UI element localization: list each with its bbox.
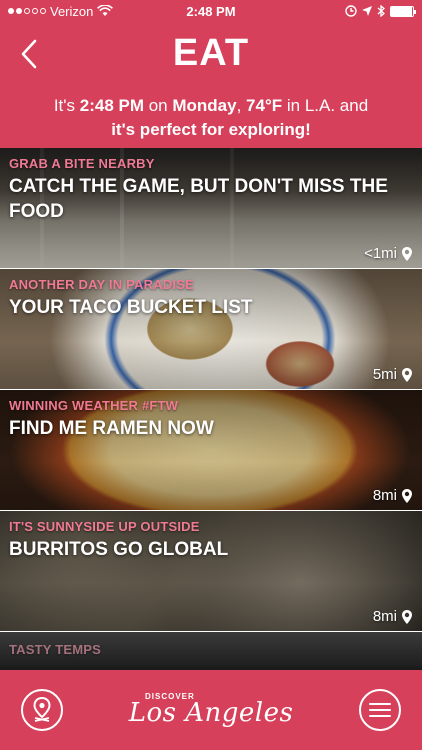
- battery-icon: [390, 5, 416, 17]
- card-title: BURRITOS GO GLOBAL: [9, 539, 229, 560]
- subtitle-comma: ,: [236, 96, 247, 115]
- page-title: EAT: [172, 32, 250, 74]
- wifi-icon: [97, 5, 114, 16]
- status-right: [345, 5, 416, 17]
- subtitle-line-1: It's 2:48 PM on Monday, 74°F in L.A. and: [0, 94, 422, 118]
- feed-card-game[interactable]: GRAB A BITE NEARBY CATCH THE GAME, BUT D…: [0, 148, 422, 269]
- current-temperature: 74°F: [246, 96, 283, 115]
- card-title: CATCH THE GAME, BUT DON'T MISS THE FOOD: [9, 176, 388, 222]
- alarm-lock-icon: [345, 5, 357, 17]
- logo-los-angeles: Los Angeles: [128, 698, 294, 728]
- distance-value: 5mi: [372, 366, 397, 383]
- discover-los-angeles-logo: DISCOVER Los Angeles: [128, 686, 294, 734]
- status-bar: Verizon 2:48 PM: [0, 0, 422, 22]
- eat-feed: GRAB A BITE NEARBY CATCH THE GAME, BUT D…: [0, 148, 422, 670]
- hamburger-menu-icon: [369, 703, 391, 717]
- feed-card-burrito[interactable]: IT'S SUNNYSIDE UP OUTSIDE BURRITOS GO GL…: [0, 511, 422, 632]
- status-left: Verizon: [8, 3, 114, 19]
- header: EAT It's 2:48 PM on Monday, 74°F in L.A.…: [0, 22, 422, 148]
- card-distance: 5mi: [373, 366, 412, 383]
- subtitle-tagline: it's perfect for exploring!: [111, 120, 311, 139]
- location-arrow-icon: [362, 6, 372, 16]
- card-kicker: GRAB A BITE NEARBY: [9, 156, 155, 171]
- feed-card-taco[interactable]: ANOTHER DAY IN PARADISE YOUR TACO BUCKET…: [0, 269, 422, 390]
- menu-button[interactable]: [359, 689, 401, 731]
- subtitle-suffix: in L.A. and: [282, 96, 369, 115]
- bluetooth-icon: [377, 5, 385, 17]
- location-pin-icon: [402, 488, 412, 503]
- card-title: YOUR TACO BUCKET LIST: [9, 297, 253, 318]
- feed-card-ramen[interactable]: WINNING WEATHER #FTW FIND ME RAMEN NOW 8…: [0, 390, 422, 511]
- battery-fill: [391, 6, 412, 16]
- card-title: FIND ME RAMEN NOW: [9, 418, 214, 439]
- map-pin-icon: [33, 697, 51, 722]
- carrier-label: Verizon: [50, 3, 94, 19]
- feed-card-temps[interactable]: TASTY TEMPS: [0, 632, 422, 667]
- subtitle-line-2: it's perfect for exploring!: [0, 118, 422, 142]
- current-time: 2:48 PM: [79, 96, 144, 115]
- location-pin-icon: [402, 609, 412, 624]
- distance-value: 8mi: [372, 608, 397, 625]
- card-distance: 8mi: [373, 487, 412, 504]
- card-distance: <1mi: [364, 245, 412, 262]
- current-day: Monday: [172, 96, 237, 115]
- subtitle-prefix: It's: [53, 96, 80, 115]
- weather-subtitle: It's 2:48 PM on Monday, 74°F in L.A. and…: [0, 94, 422, 142]
- location-pin-icon: [402, 367, 412, 382]
- card-kicker: ANOTHER DAY IN PARADISE: [9, 277, 194, 292]
- distance-value: <1mi: [364, 245, 397, 262]
- card-kicker: WINNING WEATHER #FTW: [9, 398, 179, 413]
- location-pin-icon: [402, 246, 412, 261]
- distance-value: 8mi: [372, 487, 397, 504]
- bottom-bar: DISCOVER Los Angeles: [0, 670, 422, 750]
- signal-strength-icon: [8, 8, 46, 14]
- card-kicker: TASTY TEMPS: [9, 642, 102, 657]
- map-button[interactable]: [21, 689, 63, 731]
- card-kicker: IT'S SUNNYSIDE UP OUTSIDE: [9, 519, 200, 534]
- subtitle-on: on: [144, 96, 173, 115]
- card-distance: 8mi: [373, 608, 412, 625]
